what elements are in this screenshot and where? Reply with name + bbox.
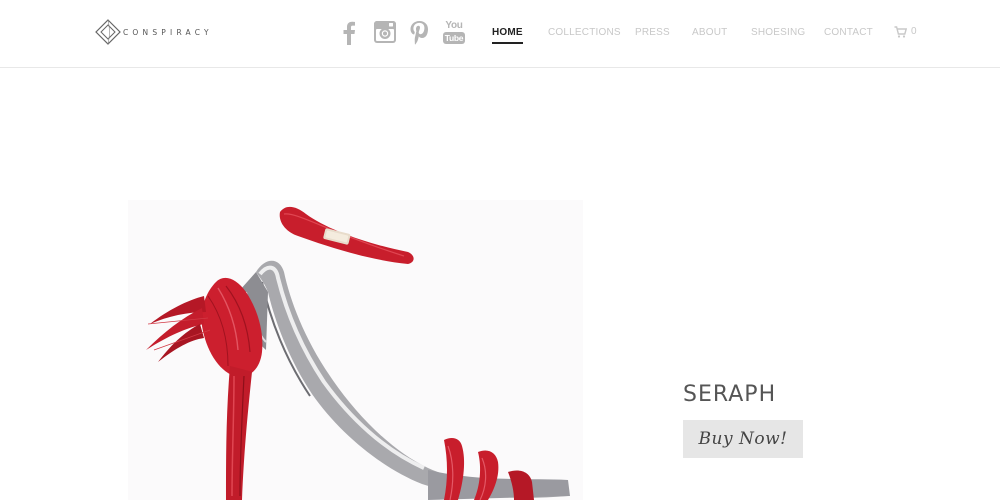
nav-item-contact[interactable]: CONTACT [824, 27, 873, 39]
youtube-icon-bottom: Tube [442, 32, 466, 44]
youtube-link[interactable]: You Tube [442, 19, 466, 45]
instagram-icon [374, 21, 396, 43]
nav-item-home[interactable]: HOME [492, 27, 523, 44]
cart-button[interactable]: 0 [894, 26, 917, 38]
red-stiletto-sandal-image [128, 200, 583, 500]
site-header: CONSPIRACY You Tube HOME COLLECTIONS PRE… [0, 0, 1000, 68]
product-image[interactable] [128, 200, 583, 500]
brand-logo[interactable]: CONSPIRACY [95, 19, 213, 45]
nav-item-label: COLLECTIONS [548, 27, 621, 38]
nav-item-press[interactable]: PRESS [635, 27, 670, 39]
brand-name: CONSPIRACY [123, 27, 213, 37]
pinterest-icon [410, 20, 428, 44]
youtube-icon-top: You [445, 20, 463, 31]
pinterest-link[interactable] [408, 19, 430, 45]
youtube-icon: You Tube [442, 20, 466, 44]
active-underline [492, 42, 523, 44]
facebook-icon [343, 21, 355, 45]
nav-item-label: ABOUT [692, 27, 728, 38]
product-name: SERAPH [683, 382, 777, 407]
cart-count: 0 [911, 26, 917, 37]
buy-now-button[interactable]: Buy Now! [683, 420, 803, 458]
nav-item-label: CONTACT [824, 27, 873, 38]
instagram-link[interactable] [372, 19, 398, 45]
nav-item-label: PRESS [635, 27, 670, 38]
diamond-logo-icon [95, 19, 121, 45]
nav-item-label: HOME [492, 27, 523, 38]
nav-item-label: SHOESING [751, 27, 806, 38]
facebook-link[interactable] [340, 19, 358, 45]
nav-item-shoesing[interactable]: SHOESING [751, 27, 805, 39]
nav-item-collections[interactable]: COLLECTIONS [548, 27, 621, 39]
nav-item-about[interactable]: ABOUT [692, 27, 727, 39]
cart-icon [894, 26, 907, 38]
